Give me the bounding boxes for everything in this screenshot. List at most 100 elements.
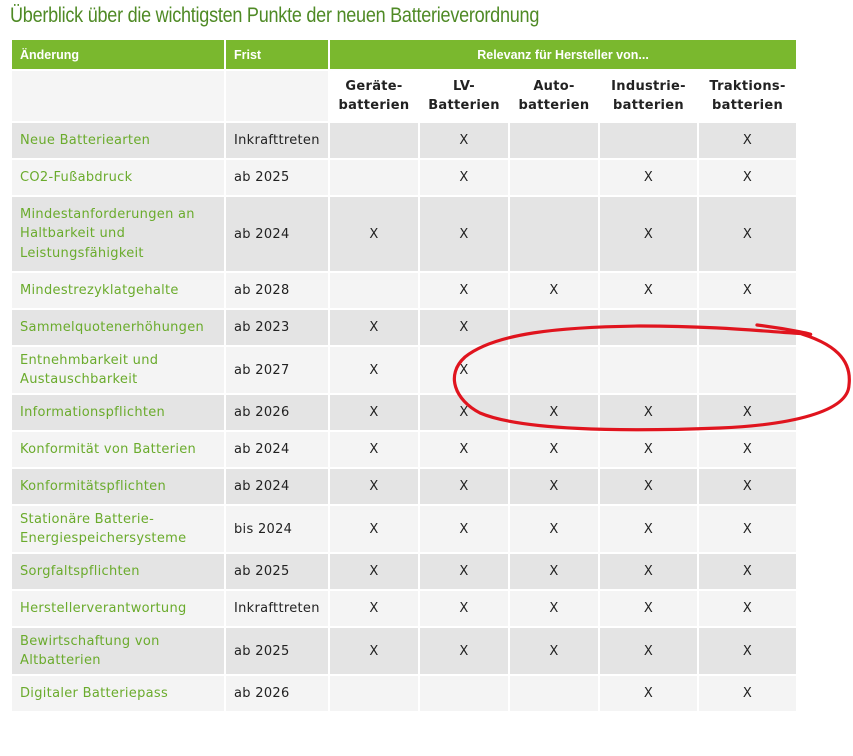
relevance-cell: X xyxy=(510,628,598,674)
table-row: Neue Batteriearten Inkrafttreten X X xyxy=(12,123,797,158)
relevance-cell xyxy=(600,310,697,345)
relevance-cell: X xyxy=(330,554,418,589)
table-row: Herstellerverantwortung Inkrafttreten X X X X… xyxy=(12,591,797,626)
relevance-cell: X xyxy=(699,554,797,589)
column-header-change: Änderung xyxy=(12,40,224,69)
deadline-cell: ab 2024 xyxy=(226,469,328,504)
deadline-cell: ab 2026 xyxy=(226,676,328,711)
relevance-cell xyxy=(699,310,797,345)
change-name-line[interactable]: Altbatterien xyxy=(20,653,101,668)
change-name-line[interactable]: Mindestrezyklatgehalte xyxy=(20,283,179,298)
change-link[interactable]: Sorgfaltspflichten xyxy=(12,554,224,589)
change-name-line[interactable]: Entnehmbarkeit und xyxy=(20,353,158,368)
relevance-cell: X xyxy=(510,395,598,430)
relevance-cell: X xyxy=(600,395,697,430)
relevance-cell: X xyxy=(420,160,508,195)
deadline-cell: ab 2025 xyxy=(226,554,328,589)
change-name-line[interactable]: Informationspflichten xyxy=(20,405,165,420)
relevance-cell: X xyxy=(699,197,797,271)
deadline-cell: Inkrafttreten xyxy=(226,591,328,626)
subheader-battery-type: Traktions-batterien xyxy=(699,71,797,121)
change-name-line[interactable]: Konformitätspflichten xyxy=(20,479,166,494)
relevance-cell: X xyxy=(420,432,508,467)
relevance-cell: X xyxy=(699,160,797,195)
change-link[interactable]: CO2-Fußabdruck xyxy=(12,160,224,195)
change-link[interactable]: Digitaler Batteriepass xyxy=(12,676,224,711)
subheader-line: LV- xyxy=(453,79,475,94)
change-name-line[interactable]: Digitaler Batteriepass xyxy=(20,686,168,701)
change-name-line[interactable]: Bewirtschaftung von xyxy=(20,634,160,649)
relevance-cell: X xyxy=(510,554,598,589)
relevance-cell: X xyxy=(699,628,797,674)
change-name-line[interactable]: Energiespeichersysteme xyxy=(20,531,186,546)
change-name-line[interactable]: Stationäre Batterie- xyxy=(20,512,154,527)
relevance-cell xyxy=(600,123,697,158)
relevance-cell xyxy=(330,676,418,711)
relevance-cell: X xyxy=(330,197,418,271)
change-link[interactable]: Stationäre Batterie- Energiespeichersyste… xyxy=(12,506,224,552)
change-name-line[interactable]: Austauschbarkeit xyxy=(20,372,138,387)
header-row: Änderung Frist Relevanz für Hersteller v… xyxy=(12,40,797,69)
change-name-line[interactable]: CO2-Fußabdruck xyxy=(20,170,132,185)
change-name-line[interactable]: Mindestanforderungen an xyxy=(20,207,195,222)
change-name-line[interactable]: Sorgfaltspflichten xyxy=(20,564,140,579)
column-header-deadline: Frist xyxy=(226,40,328,69)
deadline-cell: ab 2028 xyxy=(226,273,328,308)
relevance-cell: X xyxy=(600,160,697,195)
table-row: Sammelquotenerhöhungen ab 2023 X X xyxy=(12,310,797,345)
change-link[interactable]: Sammelquotenerhöhungen xyxy=(12,310,224,345)
change-name-line[interactable]: Haltbarkeit und xyxy=(20,226,125,241)
relevance-cell: X xyxy=(420,506,508,552)
change-name-line[interactable]: Sammelquotenerhöhungen xyxy=(20,320,204,335)
relevance-cell: X xyxy=(420,469,508,504)
column-header-relevance: Relevanz für Hersteller von... xyxy=(330,40,797,69)
change-link[interactable]: Mindestanforderungen an Haltbarkeit und Le… xyxy=(12,197,224,271)
relevance-cell xyxy=(330,273,418,308)
relevance-cell: X xyxy=(600,432,697,467)
relevance-cell: X xyxy=(420,123,508,158)
relevance-cell xyxy=(510,197,598,271)
relevance-cell: X xyxy=(699,591,797,626)
change-name-line[interactable]: Neue Batteriearten xyxy=(20,133,150,148)
subheader-line: Industrie- xyxy=(611,79,686,94)
change-link[interactable]: Konformitätspflichten xyxy=(12,469,224,504)
relevance-cell xyxy=(420,676,508,711)
change-link[interactable]: Informationspflichten xyxy=(12,395,224,430)
relevance-cell xyxy=(330,160,418,195)
relevance-cell: X xyxy=(420,347,508,393)
subheader-line: Auto- xyxy=(533,79,575,94)
subheader-battery-type: Industrie-batterien xyxy=(600,71,697,121)
deadline-cell: ab 2024 xyxy=(226,197,328,271)
relevance-cell: X xyxy=(699,432,797,467)
table-row: Entnehmbarkeit und Austauschbarkeit ab 202… xyxy=(12,347,797,393)
relevance-cell: X xyxy=(600,273,697,308)
relevance-cell: X xyxy=(330,432,418,467)
change-link[interactable]: Bewirtschaftung von Altbatterien xyxy=(12,628,224,674)
change-name-line[interactable]: Herstellerverantwortung xyxy=(20,601,187,616)
change-link[interactable]: Entnehmbarkeit und Austauschbarkeit xyxy=(12,347,224,393)
relevance-cell: X xyxy=(699,676,797,711)
relevance-cell xyxy=(600,347,697,393)
relevance-cell: X xyxy=(420,628,508,674)
deadline-cell: ab 2026 xyxy=(226,395,328,430)
change-link[interactable]: Mindestrezyklatgehalte xyxy=(12,273,224,308)
change-link[interactable]: Neue Batteriearten xyxy=(12,123,224,158)
subheader-battery-type: LV- Batterien xyxy=(420,71,508,121)
subheader-line: batterien xyxy=(712,98,784,113)
relevance-cell: X xyxy=(510,432,598,467)
relevance-cell xyxy=(510,160,598,195)
change-link[interactable]: Herstellerverantwortung xyxy=(12,591,224,626)
relevance-cell: X xyxy=(420,197,508,271)
relevance-cell: X xyxy=(600,591,697,626)
relevance-cell: X xyxy=(510,591,598,626)
change-name-line[interactable]: Konformität von Batterien xyxy=(20,442,196,457)
relevance-cell xyxy=(510,123,598,158)
relevance-cell: X xyxy=(330,310,418,345)
relevance-cell: X xyxy=(420,591,508,626)
relevance-cell: X xyxy=(600,197,697,271)
subheader-line: Geräte- xyxy=(345,79,403,94)
relevance-cell: X xyxy=(420,395,508,430)
change-name-line[interactable]: Leistungsfähigkeit xyxy=(20,246,144,261)
relevance-cell xyxy=(699,347,797,393)
change-link[interactable]: Konformität von Batterien xyxy=(12,432,224,467)
